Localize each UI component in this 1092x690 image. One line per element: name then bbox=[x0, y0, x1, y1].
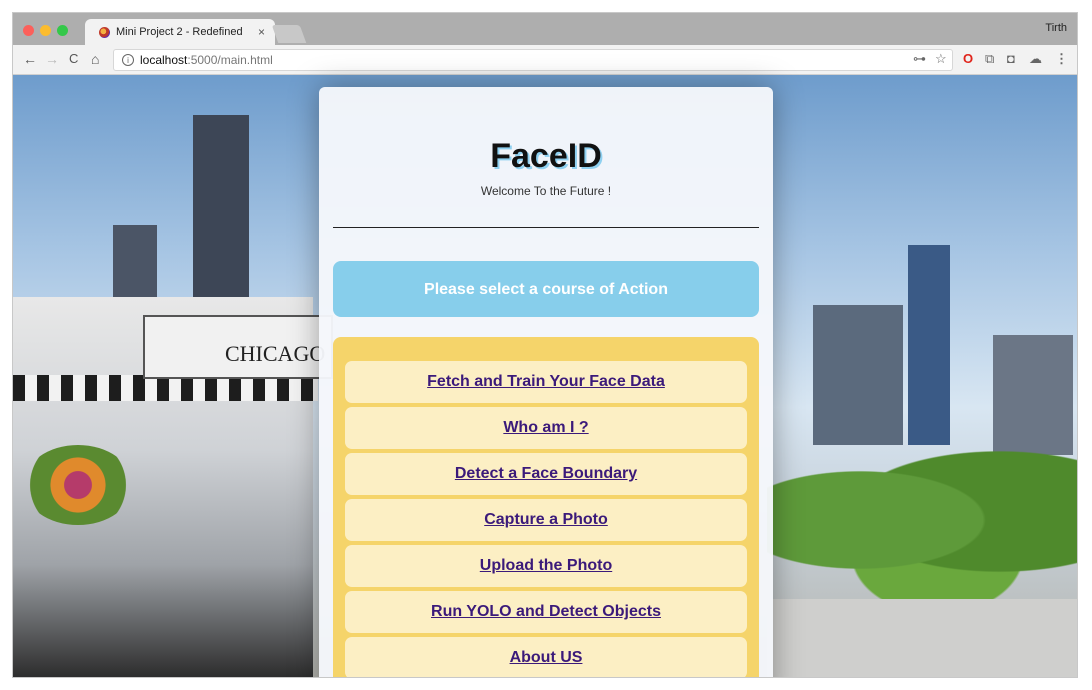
stand-sign-text: CHICAGO bbox=[225, 341, 326, 366]
menu-item-who-am-i: Who am I ? bbox=[345, 407, 747, 449]
app-title: FaceID bbox=[490, 137, 602, 175]
action-prompt-banner: Please select a course of Action bbox=[333, 261, 759, 317]
tab-title: Mini Project 2 - Redefined bbox=[116, 26, 243, 38]
url-path: :5000/main.html bbox=[187, 53, 273, 67]
who-am-i-link[interactable]: Who am I ? bbox=[503, 419, 588, 437]
key-icon[interactable]: ⊶ bbox=[913, 51, 926, 67]
maximize-window-button[interactable] bbox=[57, 25, 68, 36]
tab-close-button[interactable]: × bbox=[258, 25, 265, 39]
plaza-image bbox=[767, 599, 1077, 677]
skyscraper-right bbox=[908, 245, 950, 445]
flower-basket-image bbox=[23, 445, 133, 525]
skyscraper-mid bbox=[813, 305, 903, 445]
run-yolo-link[interactable]: Run YOLO and Detect Objects bbox=[431, 603, 661, 621]
favicon-icon bbox=[99, 26, 110, 38]
menu-item-about-us: About US bbox=[345, 637, 747, 677]
tab-active[interactable]: Mini Project 2 - Redefined × bbox=[85, 19, 275, 45]
bookmark-star-icon[interactable]: ☆ bbox=[935, 51, 947, 67]
menu-item-upload-photo: Upload the Photo bbox=[345, 545, 747, 587]
cloud-extension-icon[interactable]: ☁ bbox=[1029, 51, 1042, 67]
action-menu: Fetch and Train Your Face Data Who am I … bbox=[333, 337, 759, 677]
detect-face-link[interactable]: Detect a Face Boundary bbox=[455, 465, 637, 483]
stand-sign: CHICAGO bbox=[143, 315, 333, 379]
app-tagline: Welcome To the Future ! bbox=[480, 184, 612, 198]
back-button[interactable]: ← bbox=[23, 51, 37, 67]
menu-item-fetch-train: Fetch and Train Your Face Data bbox=[345, 361, 747, 403]
cast-extension-icon[interactable]: ⧉ bbox=[985, 51, 994, 67]
reload-button[interactable]: C bbox=[69, 51, 78, 66]
browser-window: Mini Project 2 - Redefined × Tirth ← → C… bbox=[12, 12, 1078, 678]
profile-name[interactable]: Tirth bbox=[1045, 22, 1067, 34]
about-us-link[interactable]: About US bbox=[510, 649, 583, 667]
menu-item-detect-face: Detect a Face Boundary bbox=[345, 453, 747, 495]
shield-extension-icon[interactable]: ◘ bbox=[1007, 51, 1015, 66]
browser-toolbar: ← → C ⌂ i localhost :5000/main.html ⊶ ☆ … bbox=[13, 45, 1077, 75]
opera-extension-icon[interactable]: O bbox=[963, 51, 973, 66]
address-bar[interactable]: i localhost :5000/main.html bbox=[113, 49, 953, 71]
park-trees-image bbox=[767, 435, 1077, 605]
capture-photo-link[interactable]: Capture a Photo bbox=[484, 511, 608, 529]
fetch-train-link[interactable]: Fetch and Train Your Face Data bbox=[427, 373, 665, 391]
url-host: localhost bbox=[140, 53, 188, 67]
main-card: FaceID Welcome To the Future ! Please se… bbox=[319, 87, 773, 677]
skyscraper-willis bbox=[193, 115, 249, 315]
tab-strip: Mini Project 2 - Redefined × Tirth bbox=[13, 13, 1077, 45]
forward-button[interactable]: → bbox=[45, 51, 59, 67]
upload-photo-link[interactable]: Upload the Photo bbox=[480, 557, 612, 575]
menu-item-capture-photo: Capture a Photo bbox=[345, 499, 747, 541]
close-window-button[interactable] bbox=[23, 25, 34, 36]
menu-item-run-yolo: Run YOLO and Detect Objects bbox=[345, 591, 747, 633]
new-tab-button[interactable] bbox=[271, 25, 307, 43]
minimize-window-button[interactable] bbox=[40, 25, 51, 36]
divider bbox=[333, 227, 759, 228]
home-button[interactable]: ⌂ bbox=[91, 51, 99, 67]
browser-menu-icon[interactable]: ⋮ bbox=[1055, 51, 1068, 67]
site-info-icon[interactable]: i bbox=[122, 54, 134, 66]
